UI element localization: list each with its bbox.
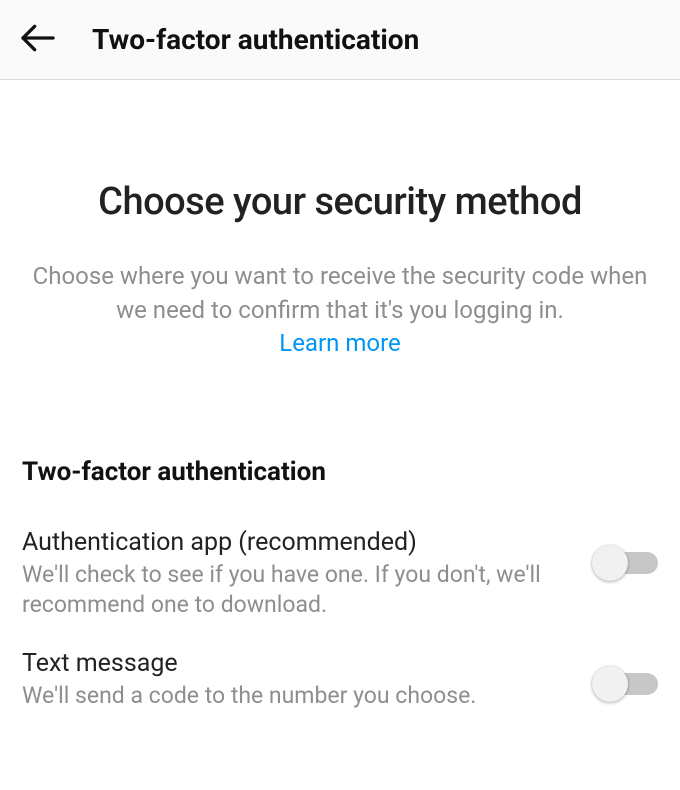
toggle-auth-app[interactable] bbox=[592, 545, 658, 581]
option-text: Authentication app (recommended) We'll c… bbox=[22, 527, 592, 620]
back-button[interactable] bbox=[12, 14, 64, 66]
option-title: Text message bbox=[22, 648, 568, 679]
option-title: Authentication app (recommended) bbox=[22, 527, 568, 558]
arrow-left-icon bbox=[18, 18, 58, 61]
option-desc: We'll send a code to the number you choo… bbox=[22, 681, 568, 711]
option-desc: We'll check to see if you have one. If y… bbox=[22, 560, 568, 620]
intro-body: Choose where you want to receive the sec… bbox=[28, 260, 652, 327]
section-title: Two-factor authentication bbox=[22, 457, 658, 487]
page-title: Two-factor authentication bbox=[92, 23, 419, 56]
intro-section: Choose your security method Choose where… bbox=[0, 80, 680, 357]
toggle-thumb bbox=[592, 545, 628, 581]
intro-heading: Choose your security method bbox=[28, 180, 652, 224]
methods-section: Two-factor authentication Authentication… bbox=[0, 457, 680, 711]
option-text: Text message We'll send a code to the nu… bbox=[22, 648, 592, 711]
learn-more-link[interactable]: Learn more bbox=[28, 329, 652, 357]
option-text-message: Text message We'll send a code to the nu… bbox=[22, 648, 658, 711]
toggle-thumb bbox=[592, 666, 628, 702]
option-auth-app: Authentication app (recommended) We'll c… bbox=[22, 527, 658, 620]
toggle-text-message[interactable] bbox=[592, 666, 658, 702]
app-header: Two-factor authentication bbox=[0, 0, 680, 80]
